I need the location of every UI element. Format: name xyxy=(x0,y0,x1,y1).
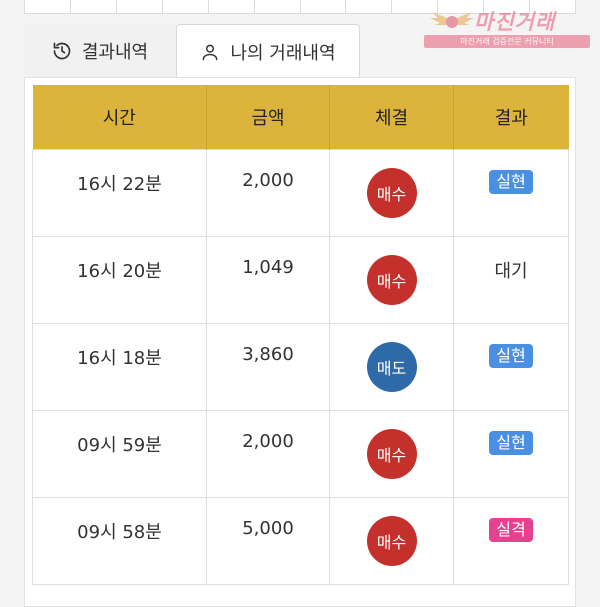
cell-result: 대기 xyxy=(453,236,569,324)
user-icon xyxy=(203,44,218,61)
cell-amount: 3,860 xyxy=(206,323,330,411)
cell-execution: 매수 xyxy=(329,497,454,585)
table-row[interactable]: 16시 20분 1,049 매수 대기 xyxy=(32,236,569,324)
cell-result: 실현 xyxy=(453,323,569,411)
cell-time: 16시 20분 xyxy=(32,236,207,324)
column-header-execution[interactable]: 체결 xyxy=(329,85,454,150)
cell-amount: 5,000 xyxy=(206,497,330,585)
buy-badge: 매수 xyxy=(366,255,417,305)
top-strip-cell xyxy=(71,0,117,13)
cell-result: 실현 xyxy=(453,410,569,498)
cell-result: 실현 xyxy=(453,149,569,237)
top-strip-cell xyxy=(209,0,255,13)
table-row[interactable]: 09시 59분 2,000 매수 실현 xyxy=(32,410,569,498)
trade-history-table: 시간 금액 체결 결과 16시 22분 2,000 매수 실현 16시 20분 … xyxy=(32,85,569,585)
sell-badge: 매도 xyxy=(366,342,417,392)
column-header-result[interactable]: 결과 xyxy=(453,85,569,150)
tab-label: 나의 거래내역 xyxy=(230,43,336,64)
cell-amount: 1,049 xyxy=(206,236,330,324)
tab-results-history[interactable]: 결과내역 xyxy=(24,24,176,78)
top-strip-cell xyxy=(163,0,209,13)
cell-time: 09시 59분 xyxy=(32,410,207,498)
result-badge: 실격 xyxy=(489,518,533,542)
cell-execution: 매수 xyxy=(329,410,454,498)
buy-badge: 매수 xyxy=(366,516,417,566)
table-row[interactable]: 16시 22분 2,000 매수 실현 xyxy=(32,149,569,237)
column-header-amount[interactable]: 금액 xyxy=(206,85,330,150)
cell-amount: 2,000 xyxy=(206,410,330,498)
cell-time: 16시 22분 xyxy=(32,149,207,237)
result-badge: 실현 xyxy=(489,431,533,455)
table-row[interactable]: 16시 18분 3,860 매도 실현 xyxy=(32,323,569,411)
top-strip-cell xyxy=(117,0,163,13)
cell-result: 실격 xyxy=(453,497,569,585)
cell-amount: 2,000 xyxy=(206,149,330,237)
cell-execution: 매수 xyxy=(329,149,454,237)
buy-badge: 매수 xyxy=(366,429,417,479)
tab-bar: 결과내역 나의 거래내역 xyxy=(24,24,576,79)
buy-badge: 매수 xyxy=(366,168,417,218)
top-strip-cell xyxy=(25,0,71,13)
result-text: 대기 xyxy=(494,261,528,282)
cell-time: 09시 58분 xyxy=(32,497,207,585)
cell-execution: 매수 xyxy=(329,236,454,324)
top-strip-cell xyxy=(346,0,393,13)
tab-my-trades[interactable]: 나의 거래내역 xyxy=(176,24,360,79)
cell-execution: 매도 xyxy=(329,323,454,411)
table-header-row: 시간 금액 체결 결과 xyxy=(32,85,569,150)
column-header-time[interactable]: 시간 xyxy=(32,85,207,150)
cell-time: 16시 18분 xyxy=(32,323,207,411)
result-badge: 실현 xyxy=(489,344,533,368)
top-strip-cell xyxy=(301,0,347,13)
history-icon xyxy=(53,42,71,60)
tab-label: 결과내역 xyxy=(81,42,149,63)
top-strip-cell xyxy=(255,0,301,13)
result-badge: 실현 xyxy=(489,170,533,194)
table-row[interactable]: 09시 58분 5,000 매수 실격 xyxy=(32,497,569,585)
